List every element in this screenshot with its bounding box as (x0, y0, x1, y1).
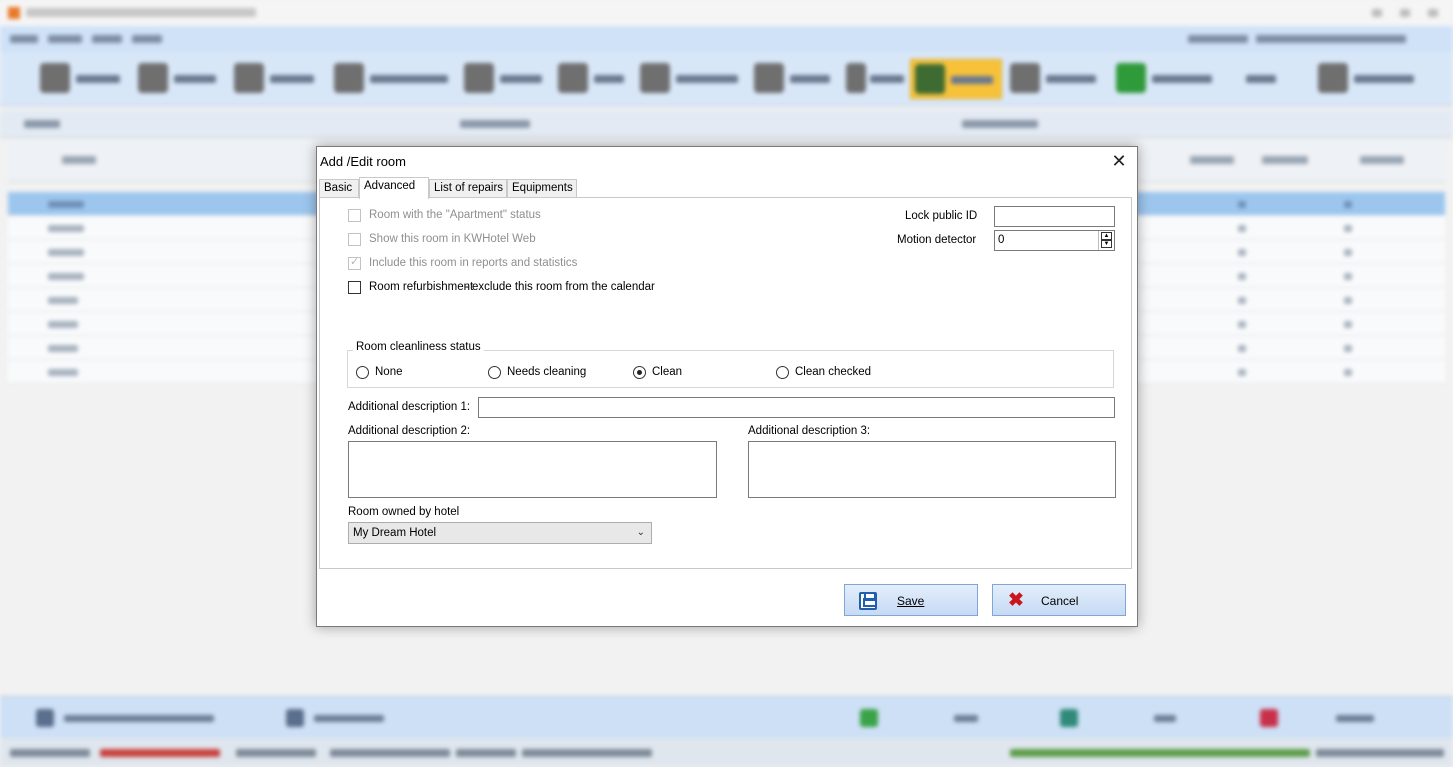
toolbar-button-active[interactable] (910, 59, 1002, 99)
include-in-reports-label: Include this room in reports and statist… (369, 257, 578, 269)
toolbar-button[interactable] (554, 59, 634, 99)
bottom-button[interactable] (30, 707, 260, 729)
save-button-label: Save (897, 594, 925, 608)
toolbar-button[interactable] (1242, 59, 1304, 99)
additional-description-3-label: Additional description 3: (748, 425, 871, 437)
motion-detector-label: Motion detector (897, 234, 977, 246)
motion-detector-value: 0 (998, 234, 1005, 246)
spinner-up-icon[interactable]: ▲ (1101, 232, 1112, 240)
motion-detector-stepper[interactable]: 0 ▲ ▼ (994, 230, 1115, 251)
cleanliness-clean-checked-radio[interactable] (776, 366, 789, 379)
menu-license-info[interactable] (1256, 35, 1406, 43)
tab-list-of-repairs[interactable]: List of repairs (429, 179, 507, 198)
apartment-status-checkbox[interactable] (348, 209, 361, 222)
additional-description-3-textarea[interactable] (748, 441, 1116, 498)
filter-group-bar (0, 110, 1453, 138)
add-button-bg[interactable] (854, 707, 1034, 729)
edit-button-bg[interactable] (1054, 707, 1234, 729)
cleanliness-needs-cleaning-radio[interactable] (488, 366, 501, 379)
additional-description-1-label: Additional description 1: (348, 401, 471, 413)
maximize-icon[interactable] (1400, 9, 1410, 17)
dialog-title: Add /Edit room (320, 154, 406, 169)
toolbar-button[interactable] (636, 59, 748, 99)
menu-item[interactable] (132, 35, 162, 43)
app-title-blurred (26, 8, 256, 17)
menu-user-info[interactable] (1188, 35, 1248, 43)
room-refurbishment-checkbox[interactable] (348, 281, 361, 294)
radio-selected-dot (637, 370, 642, 375)
cleanliness-needs-cleaning-label: Needs cleaning (507, 366, 587, 378)
cleanliness-status-group (347, 350, 1114, 388)
close-icon[interactable]: ✕ (1109, 151, 1129, 171)
cleanliness-clean-radio[interactable] (633, 366, 646, 379)
grid-action-bar (0, 696, 1453, 738)
show-in-web-checkbox[interactable] (348, 233, 361, 246)
room-owned-by-hotel-label: Room owned by hotel (348, 506, 460, 518)
cleanliness-status-title: Room cleanliness status (353, 341, 484, 353)
tab-equipments[interactable]: Equipments (507, 179, 577, 198)
app-toolbar (0, 52, 1453, 106)
additional-description-2-label: Additional description 2: (348, 425, 471, 437)
toolbar-button[interactable] (1006, 59, 1108, 99)
toolbar-button[interactable] (36, 59, 130, 99)
room-owner-select[interactable]: My Dream Hotel ⌄ (348, 522, 652, 544)
lock-public-id-label: Lock public ID (905, 210, 978, 222)
toolbar-button[interactable] (230, 59, 326, 99)
toolbar-button[interactable] (460, 59, 552, 99)
toolbar-button[interactable] (750, 59, 840, 99)
show-in-web-label: Show this room in KWHotel Web (369, 233, 536, 245)
tab-basic[interactable]: Basic (319, 179, 359, 198)
cleanliness-clean-checked-label: Clean checked (795, 366, 872, 378)
cleanliness-clean-label: Clean (652, 366, 683, 378)
toolbar-button[interactable] (1112, 59, 1240, 99)
app-menubar (0, 26, 1453, 52)
additional-description-1-input[interactable] (478, 397, 1115, 418)
cleanliness-none-label: None (375, 366, 403, 378)
up-down-spinner-icon[interactable]: ▲ ▼ (1098, 231, 1114, 250)
cancel-button-label: Cancel (1041, 594, 1079, 608)
cancel-button[interactable]: ✖ Cancel (992, 584, 1126, 616)
room-owner-value: My Dream Hotel (353, 527, 437, 539)
menu-item[interactable] (48, 35, 82, 43)
checkmark-icon: ✓ (350, 256, 360, 268)
remove-button-bg[interactable] (1254, 707, 1434, 729)
cancel-x-icon: ✖ (1008, 590, 1024, 611)
room-refurbishment-note: - exclude this room from the calendar (465, 281, 655, 293)
app-titlebar (0, 0, 1453, 26)
menu-item[interactable] (10, 35, 38, 43)
toolbar-button[interactable] (1314, 59, 1444, 99)
apartment-status-label: Room with the "Apartment" status (369, 209, 541, 221)
minimize-icon[interactable] (1372, 9, 1382, 17)
add-edit-room-dialog: Add /Edit room ✕ Basic Advanced List of … (316, 146, 1138, 627)
menu-item[interactable] (92, 35, 122, 43)
lock-public-id-input[interactable] (994, 206, 1115, 227)
room-refurbishment-label: Room refurbishment (369, 281, 474, 293)
save-disk-icon (859, 592, 877, 610)
toolbar-button[interactable] (842, 59, 908, 99)
include-in-reports-checkbox[interactable]: ✓ (348, 256, 361, 270)
app-logo-icon (8, 7, 20, 19)
close-window-icon[interactable] (1428, 9, 1438, 17)
cleanliness-none-radio[interactable] (356, 366, 369, 379)
spinner-down-icon[interactable]: ▼ (1101, 240, 1112, 248)
toolbar-button[interactable] (134, 59, 226, 99)
save-button[interactable]: Save (844, 584, 978, 616)
advanced-tab-panel: Room with the "Apartment" status Show th… (319, 197, 1132, 569)
tab-advanced[interactable]: Advanced (359, 177, 429, 199)
chevron-down-icon[interactable]: ⌄ (637, 523, 645, 543)
app-statusbar (0, 738, 1453, 767)
additional-description-2-textarea[interactable] (348, 441, 717, 498)
bottom-button[interactable] (280, 707, 430, 729)
toolbar-button[interactable] (330, 59, 458, 99)
